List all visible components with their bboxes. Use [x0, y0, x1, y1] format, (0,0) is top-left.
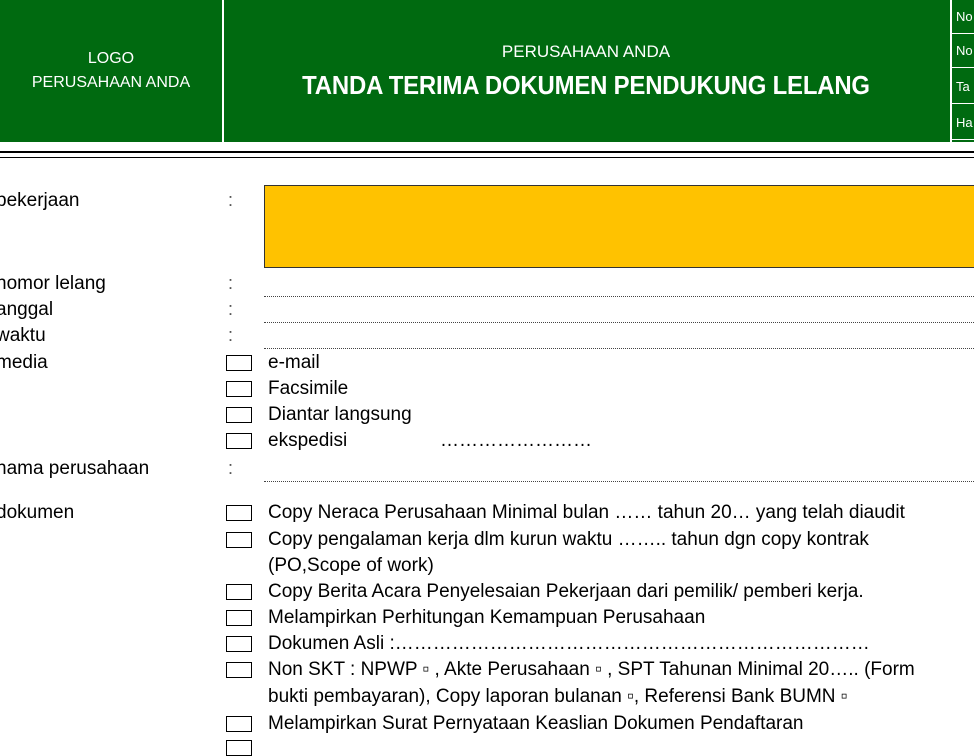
checkbox-doc-non-skt[interactable]	[226, 662, 252, 678]
option-diantar-langsung: Diantar langsung	[268, 404, 412, 425]
doc-non-skt: Non SKT : NPWP ▫ , Akte Perusahaan ▫ , S…	[268, 659, 915, 680]
checkbox-facsimile[interactable]	[226, 381, 252, 397]
doc-asli: Dokumen Asli :…………………………………………………………………	[268, 633, 870, 654]
checkbox-doc-keaslian[interactable]	[226, 716, 252, 732]
colon: :	[228, 325, 234, 345]
doc-kemampuan: Melampirkan Perhitungan Kemampuan Perusa…	[268, 607, 706, 628]
ekspedisi-dots[interactable]: ……………………	[440, 430, 592, 452]
doc-berita-acara: Copy Berita Acara Penyelesaian Pekerjaan…	[268, 581, 864, 602]
checkbox-doc-berita-acara[interactable]	[226, 584, 252, 600]
doc-neraca: Copy Neraca Perusahaan Minimal bulan …… …	[268, 502, 905, 523]
checkbox-email[interactable]	[226, 355, 252, 371]
checkbox-doc-next[interactable]	[226, 740, 252, 756]
label-media: media	[0, 352, 48, 373]
checkbox-ekspedisi[interactable]	[226, 433, 252, 449]
nama-perusahaan-field[interactable]	[264, 481, 974, 482]
colon: :	[228, 458, 234, 478]
checkbox-doc-pengalaman[interactable]	[226, 532, 252, 548]
nomor-lelang-field[interactable]	[264, 296, 974, 297]
logo-line2: PERUSAHAAN ANDA	[31, 74, 191, 91]
document-title: TANDA TERIMA DOKUMEN PENDUKUNG LELANG	[302, 70, 870, 100]
doc-pengalaman: Copy pengalaman kerja dlm kurun waktu ………	[268, 529, 869, 550]
meta-cell-1: No	[952, 0, 974, 34]
logo-line1: LOGO	[87, 50, 135, 67]
title-block: PERUSAHAAN ANDA TANDA TERIMA DOKUMEN PEN…	[224, 0, 948, 142]
company-name: PERUSAHAAN ANDA	[501, 42, 671, 61]
doc-keaslian: Melampirkan Surat Pernyataan Keaslian Do…	[268, 713, 804, 734]
colon: :	[228, 273, 234, 293]
divider-thick	[0, 151, 974, 153]
label-nama-perusahaan: nama perusahaan	[0, 458, 150, 479]
divider-thin	[0, 157, 974, 158]
label-nomor-lelang: nomor lelang	[0, 273, 106, 294]
checkbox-doc-neraca[interactable]	[226, 505, 252, 521]
label-dokumen: dokumen	[0, 502, 75, 523]
checkbox-doc-kemampuan[interactable]	[226, 610, 252, 626]
option-facsimile: Facsimile	[268, 378, 349, 399]
pekerjaan-input[interactable]	[264, 185, 974, 268]
logo-placeholder: LOGO PERUSAHAAN ANDA	[0, 0, 224, 142]
option-email: e-mail	[268, 352, 320, 373]
doc-pengalaman-cont: (PO,Scope of work)	[268, 555, 434, 576]
meta-cell-4: Ha	[952, 106, 974, 140]
tanggal-field[interactable]	[264, 322, 974, 323]
colon: :	[228, 190, 234, 210]
meta-cell-2: No	[952, 34, 974, 68]
checkbox-diantar-langsung[interactable]	[226, 407, 252, 423]
checkbox-doc-asli[interactable]	[226, 636, 252, 652]
doc-non-skt-cont: bukti pembayaran), Copy laporan bulanan …	[268, 686, 848, 707]
colon: :	[228, 299, 234, 319]
meta-table: No No Ta Ha	[950, 0, 974, 142]
label-waktu: waktu	[0, 325, 46, 346]
waktu-field[interactable]	[264, 348, 974, 349]
label-tanggal: anggal	[0, 299, 54, 320]
label-pekerjaan: pekerjaan	[0, 190, 80, 211]
header-bar: LOGO PERUSAHAAN ANDA PERUSAHAAN ANDA TAN…	[0, 0, 974, 142]
meta-cell-3: Ta	[952, 70, 974, 104]
option-ekspedisi: ekspedisi	[268, 430, 348, 451]
